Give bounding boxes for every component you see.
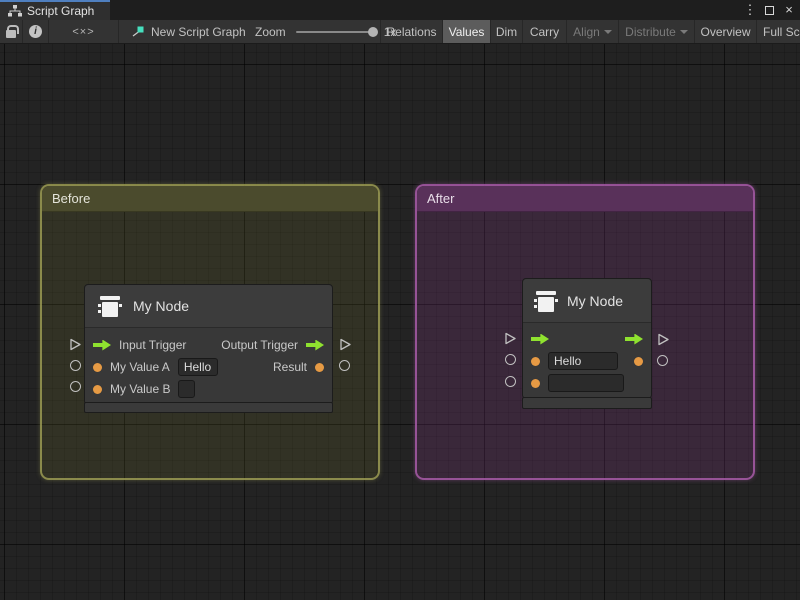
outside-flow-output-port[interactable] <box>338 337 352 352</box>
tab-bar: Script Graph ⋮ × <box>0 0 800 20</box>
flow-output-port[interactable] <box>306 340 324 351</box>
window-controls: ⋮ × <box>743 0 796 20</box>
toolbar-button-fullscreen[interactable]: Full Scr <box>756 20 800 43</box>
port-label-result: Result <box>273 360 307 374</box>
toolbar-button-relations[interactable]: Relations <box>380 20 442 43</box>
info-button[interactable]: i <box>23 20 49 43</box>
node-before-footer <box>84 402 333 413</box>
new-script-graph-button[interactable]: New Script Graph <box>130 20 246 43</box>
value-b-field[interactable] <box>178 380 195 398</box>
toolbar-toggle-group: Relations Values Dim Carry Align Distrib… <box>380 20 800 43</box>
flow-input-port[interactable] <box>93 340 111 351</box>
chevron-down-icon <box>604 30 612 34</box>
zoom-slider-handle[interactable] <box>368 27 378 37</box>
group-before-title: Before <box>52 191 90 206</box>
info-icon: i <box>29 25 42 38</box>
graph-tab-icon <box>8 5 22 17</box>
script-graph-asset-icon <box>130 26 144 38</box>
outside-value-port[interactable] <box>505 376 516 387</box>
node-title: My Node <box>133 298 189 314</box>
value-input-port-b[interactable] <box>531 379 540 388</box>
node-icon <box>97 293 123 319</box>
toolbar-button-distribute[interactable]: Distribute <box>618 20 694 43</box>
flow-input-port[interactable] <box>531 334 549 345</box>
value-a-field[interactable]: Hello <box>178 358 218 376</box>
value-a-field[interactable]: Hello <box>548 352 618 370</box>
value-input-port-b[interactable] <box>93 385 102 394</box>
chevron-down-icon <box>680 30 688 34</box>
outside-flow-input-port[interactable] <box>503 331 517 346</box>
toolbar-button-overview[interactable]: Overview <box>694 20 756 43</box>
port-label-my-value-a: My Value A <box>110 360 170 374</box>
node-title: My Node <box>567 293 623 309</box>
node-before[interactable]: My Node Input Trigger Output Trigger My … <box>84 284 333 405</box>
node-before-ports: Input Trigger Output Trigger My Value A … <box>85 328 332 404</box>
lock-button[interactable] <box>0 20 23 43</box>
toolbar-button-dim[interactable]: Dim <box>490 20 522 43</box>
code-icon: <×> <box>72 26 94 38</box>
tab-script-graph[interactable]: Script Graph <box>0 0 110 20</box>
toolbar-button-carry[interactable]: Carry <box>522 20 566 43</box>
outside-value-port[interactable] <box>70 381 81 392</box>
outside-value-port[interactable] <box>339 360 350 371</box>
toolbar-button-values[interactable]: Values <box>442 20 490 43</box>
tab-title: Script Graph <box>27 4 94 18</box>
group-after-title: After <box>427 191 454 206</box>
port-label-input-trigger: Input Trigger <box>119 338 186 352</box>
node-after-ports: Hello <box>523 323 651 398</box>
outside-value-port[interactable] <box>505 354 516 365</box>
toolbar-button-align[interactable]: Align <box>566 20 618 43</box>
value-output-port-result[interactable] <box>315 363 324 372</box>
group-after-header[interactable]: After <box>417 186 753 212</box>
node-after[interactable]: My Node Hello <box>522 278 652 399</box>
value-output-port-result[interactable] <box>634 357 643 366</box>
group-before-header[interactable]: Before <box>42 186 378 212</box>
node-after-footer <box>522 397 652 409</box>
graph-canvas[interactable]: Before After My Node <box>0 44 800 600</box>
outside-flow-output-port[interactable] <box>656 332 670 347</box>
graph-toolbar: i <×> New Script Graph Zoom 1x Relations <box>0 20 800 44</box>
edit-source-button[interactable]: <×> <box>49 20 119 43</box>
maximize-icon[interactable] <box>765 6 774 15</box>
value-input-port-a[interactable] <box>531 357 540 366</box>
outside-value-port[interactable] <box>657 355 668 366</box>
port-label-output-trigger: Output Trigger <box>221 338 298 352</box>
port-label-my-value-b: My Value B <box>110 382 170 396</box>
value-input-port-a[interactable] <box>93 363 102 372</box>
node-before-header[interactable]: My Node <box>85 285 332 328</box>
new-script-graph-label: New Script Graph <box>151 25 246 39</box>
lock-icon <box>6 30 16 38</box>
flow-output-port[interactable] <box>625 334 643 345</box>
zoom-label: Zoom <box>255 25 286 39</box>
script-graph-window: Script Graph ⋮ × i <×> New Script G <box>0 0 800 600</box>
close-icon[interactable]: × <box>782 0 796 20</box>
value-b-field[interactable] <box>548 374 624 392</box>
zoom-slider[interactable] <box>296 31 374 33</box>
window-menu-icon[interactable]: ⋮ <box>743 0 757 20</box>
node-icon <box>533 288 559 314</box>
outside-value-port[interactable] <box>70 360 81 371</box>
node-after-header[interactable]: My Node <box>523 279 651 323</box>
outside-flow-input-port[interactable] <box>68 337 82 352</box>
